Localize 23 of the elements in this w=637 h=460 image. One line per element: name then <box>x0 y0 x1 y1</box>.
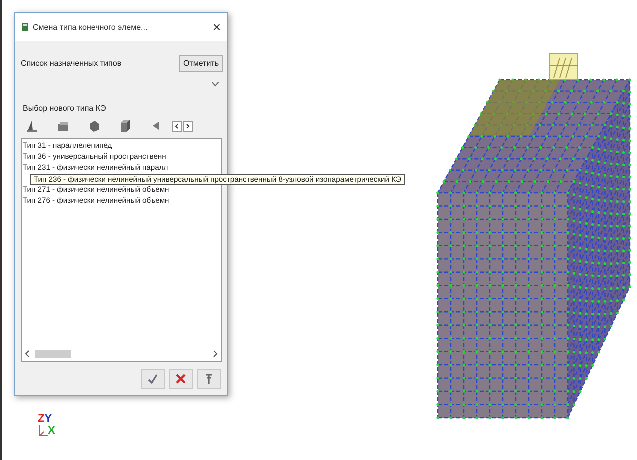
axis-triad-icon <box>38 425 48 437</box>
assigned-types-label: Список назначенных типов <box>21 59 122 68</box>
axis-z-label: Z <box>38 414 45 425</box>
scroll-right-icon[interactable] <box>183 120 193 132</box>
axis-x-label: X <box>48 426 56 437</box>
scroll-left-icon[interactable] <box>172 120 182 132</box>
apply-button[interactable] <box>141 369 165 389</box>
mark-button[interactable]: Отметить <box>179 55 223 72</box>
help-button[interactable] <box>197 369 221 389</box>
app-icon <box>21 22 29 32</box>
scrollbar-thumb[interactable] <box>35 350 71 358</box>
checkmark-icon <box>147 373 159 385</box>
caret-icon <box>212 82 219 86</box>
cancel-button[interactable] <box>169 369 193 389</box>
new-type-label: Выбор нового типа КЭ <box>22 103 108 113</box>
cube-icon[interactable] <box>118 119 132 133</box>
plate-icon[interactable] <box>56 119 70 133</box>
axis-y-label: Y <box>44 414 52 425</box>
scroll-right-icon[interactable] <box>212 350 218 358</box>
window-title: Смена типа конечного элеме... <box>33 22 149 32</box>
close-button[interactable]: × <box>210 19 223 35</box>
cross-icon <box>175 373 187 385</box>
scroll-left-icon[interactable] <box>25 350 31 358</box>
